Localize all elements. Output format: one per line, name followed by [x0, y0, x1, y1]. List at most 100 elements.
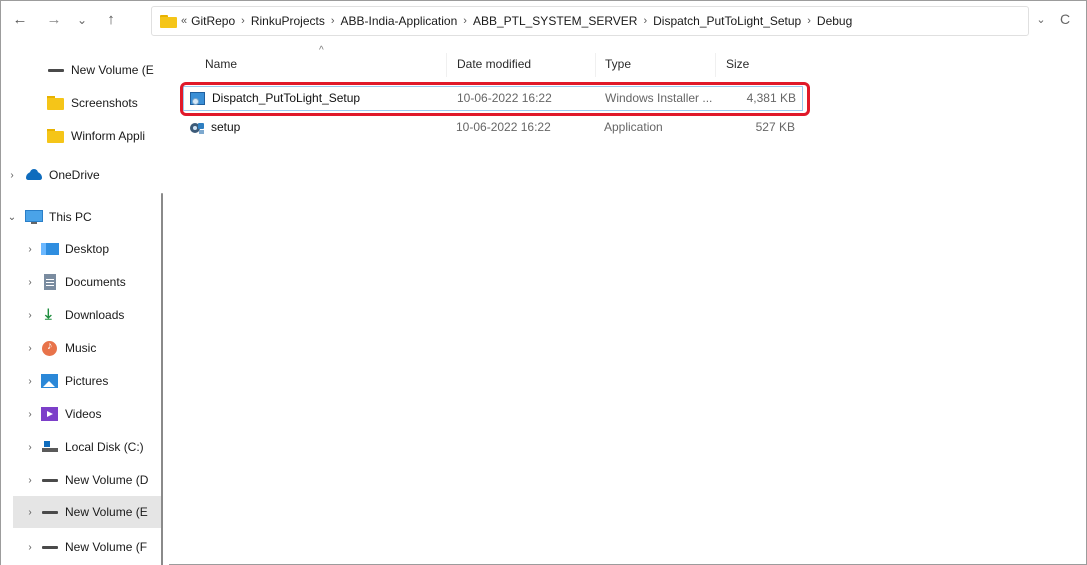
sidebar-item-new-volume-d[interactable]: › New Volume (D: [1, 466, 161, 494]
download-icon: ⤓: [45, 306, 52, 323]
drive-icon: [41, 504, 59, 520]
sidebar-item-pictures[interactable]: › Pictures: [1, 367, 161, 395]
sidebar-item-downloads[interactable]: › ⤓ Downloads: [1, 301, 161, 329]
sidebar-item-music[interactable]: › ♪ Music: [1, 334, 161, 362]
arrow-right-icon[interactable]: →: [45, 11, 63, 29]
drive-icon: [41, 539, 59, 555]
sidebar-item-label: Pictures: [65, 374, 109, 388]
chevron-right-icon[interactable]: ›: [1, 170, 23, 181]
chevron-right-icon[interactable]: ›: [23, 244, 37, 255]
chevron-right-icon[interactable]: ›: [23, 343, 37, 354]
local-disk-icon: [41, 439, 59, 455]
file-type: Windows Installer ...: [605, 91, 713, 105]
sidebar-item-label: Desktop: [65, 242, 110, 256]
drive-icon: [47, 62, 65, 78]
chevron-right-icon[interactable]: ›: [23, 376, 37, 387]
column-divider[interactable]: [595, 53, 596, 77]
nav-pane-scrollbar[interactable]: [161, 193, 163, 565]
chevron-down-icon[interactable]: ⌄: [1, 212, 23, 223]
sidebar-item-onedrive[interactable]: › OneDrive: [1, 161, 161, 189]
file-explorer-window: ← → ⌄ ↑ « GitRepo › RinkuProjects › ABB-…: [0, 0, 1087, 565]
sidebar-item-label: Music: [65, 341, 97, 355]
folder-icon: [160, 14, 177, 28]
breadcrumb-overflow-button[interactable]: «: [181, 15, 187, 27]
pictures-icon: [41, 373, 59, 389]
address-bar[interactable]: « GitRepo › RinkuProjects › ABB-India-Ap…: [151, 6, 1029, 36]
monitor-icon: [25, 209, 43, 225]
sidebar-item-label: This PC: [49, 210, 92, 224]
chevron-right-icon[interactable]: ›: [23, 542, 37, 553]
file-size: 527 KB: [755, 120, 795, 134]
arrow-up-icon[interactable]: ↑: [102, 11, 120, 29]
sidebar-item-local-disk-c[interactable]: › Local Disk (C:): [1, 433, 161, 461]
sidebar-item-label: Videos: [65, 407, 102, 421]
sidebar-item-label: Documents: [65, 275, 126, 289]
column-header-name[interactable]: Name: [205, 53, 237, 75]
file-name: setup: [211, 120, 241, 134]
file-type: Application: [604, 120, 663, 134]
chevron-right-icon[interactable]: ›: [23, 277, 37, 288]
breadcrumb-abb-ptl-system-server[interactable]: ABB_PTL_SYSTEM_SERVER: [473, 14, 638, 28]
file-size: 4,381 KB: [746, 91, 796, 105]
breadcrumb-dispatch-puttolight-setup[interactable]: Dispatch_PutToLight_Setup: [653, 14, 801, 28]
sidebar-item-screenshots[interactable]: Screenshots: [1, 89, 161, 117]
sidebar-item-new-volume-e[interactable]: › New Volume (E: [13, 496, 161, 528]
breadcrumb-separator-icon[interactable]: ›: [241, 15, 245, 27]
arrow-left-icon[interactable]: ←: [11, 11, 29, 29]
breadcrumb-gitrepo[interactable]: GitRepo: [191, 14, 235, 28]
column-header-size[interactable]: Size: [726, 53, 749, 75]
breadcrumb-separator-icon[interactable]: ›: [331, 15, 335, 27]
sidebar-item-label: New Volume (E: [65, 505, 148, 519]
document-icon: [41, 274, 59, 290]
sidebar-item-new-volume-e-top[interactable]: New Volume (E: [1, 56, 161, 84]
breadcrumb-separator-icon[interactable]: ›: [643, 15, 647, 27]
sidebar-item-label: Screenshots: [71, 96, 138, 110]
sort-ascending-icon: ^: [319, 45, 324, 56]
sidebar-item-label: New Volume (D: [65, 473, 149, 487]
sidebar-item-new-volume-f[interactable]: › New Volume (F: [1, 533, 161, 561]
chevron-right-icon[interactable]: ›: [23, 442, 37, 453]
breadcrumb-separator-icon[interactable]: ›: [463, 15, 467, 27]
sidebar-item-videos[interactable]: › Videos: [1, 400, 161, 428]
sidebar-item-this-pc[interactable]: ⌄ This PC: [1, 203, 161, 231]
breadcrumb-abb-india-application[interactable]: ABB-India-Application: [341, 14, 458, 28]
sidebar-item-label: Local Disk (C:): [65, 440, 144, 454]
chevron-down-icon[interactable]: ⌄: [73, 11, 91, 29]
drive-icon: [41, 472, 59, 488]
file-row-setup[interactable]: setup 10-06-2022 16:22 Application 527 K…: [183, 116, 803, 141]
navigation-bar: ← → ⌄ ↑ « GitRepo › RinkuProjects › ABB-…: [1, 1, 1086, 41]
chevron-right-icon[interactable]: ›: [23, 507, 37, 518]
setup-app-icon: [189, 120, 205, 136]
file-name: Dispatch_PutToLight_Setup: [212, 91, 361, 105]
videos-icon: [41, 406, 59, 422]
folder-icon: [47, 128, 65, 144]
sidebar-item-winform[interactable]: Winform Appli: [1, 122, 161, 150]
chevron-right-icon[interactable]: ›: [23, 409, 37, 420]
breadcrumb-debug[interactable]: Debug: [817, 14, 852, 28]
sidebar-item-label: Downloads: [65, 308, 125, 322]
chevron-right-icon[interactable]: ›: [23, 475, 37, 486]
column-divider[interactable]: [446, 53, 447, 77]
column-header-date-modified[interactable]: Date modified: [457, 53, 531, 75]
installer-icon: [190, 91, 206, 107]
breadcrumb-separator-icon[interactable]: ›: [807, 15, 811, 27]
navigation-pane: New Volume (E Screenshots Winform Appli …: [1, 41, 169, 565]
address-dropdown-icon[interactable]: ⌄: [1033, 11, 1049, 29]
breadcrumb-rinkuprojects[interactable]: RinkuProjects: [251, 14, 325, 28]
file-row-dispatch-installer[interactable]: Dispatch_PutToLight_Setup 10-06-2022 16:…: [183, 86, 803, 111]
sidebar-item-desktop[interactable]: › Desktop: [1, 235, 161, 263]
chevron-right-icon[interactable]: ›: [23, 310, 37, 321]
sidebar-item-label: New Volume (E: [71, 63, 154, 77]
sidebar-item-label: OneDrive: [49, 168, 100, 182]
cloud-icon: [25, 167, 43, 183]
refresh-icon[interactable]: C: [1056, 10, 1074, 28]
file-date-modified: 10-06-2022 16:22: [457, 91, 552, 105]
sidebar-item-documents[interactable]: › Documents: [1, 268, 161, 296]
file-date-modified: 10-06-2022 16:22: [456, 120, 551, 134]
sidebar-item-label: New Volume (F: [65, 540, 148, 554]
sidebar-item-label: Winform Appli: [71, 129, 146, 143]
column-header-type[interactable]: Type: [605, 53, 631, 75]
music-icon: ♪: [41, 340, 59, 356]
column-divider[interactable]: [715, 53, 716, 77]
desktop-icon: [41, 241, 59, 257]
